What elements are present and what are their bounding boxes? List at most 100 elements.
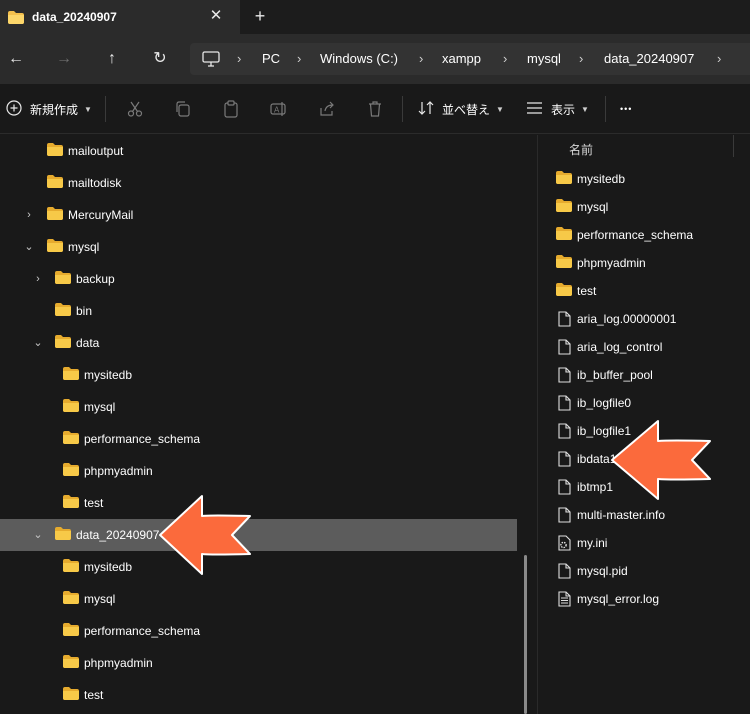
nav-tree-item-label: bin xyxy=(76,304,93,318)
address-bar[interactable]: › PC › Windows (C:) › xampp › mysql › da… xyxy=(190,43,750,75)
sort-icon xyxy=(418,100,434,119)
breadcrumb-separator[interactable]: › xyxy=(579,51,583,66)
cut-icon[interactable] xyxy=(126,100,144,118)
breadcrumb-xampp[interactable]: xampp xyxy=(442,51,481,66)
file-icon xyxy=(558,339,571,358)
toolbar-divider xyxy=(605,96,606,122)
new-tab-button[interactable]: + xyxy=(251,6,269,26)
breadcrumb-windows-c[interactable]: Windows (C:) xyxy=(320,51,398,66)
chevron-right-icon[interactable]: › xyxy=(31,271,45,287)
nav-tree-item-label: test xyxy=(84,496,104,510)
breadcrumb-separator[interactable]: › xyxy=(237,51,241,66)
nav-tree-item[interactable]: › MercuryMail xyxy=(0,199,517,231)
nav-tree-item[interactable]: mysql xyxy=(0,391,517,423)
tab-title: data_20240907 xyxy=(32,10,117,24)
chevron-down-icon[interactable]: ⌄ xyxy=(31,527,45,543)
view-list-icon xyxy=(526,101,543,118)
rename-icon[interactable]: A xyxy=(270,100,288,118)
file-list-item[interactable]: aria_log.00000001 xyxy=(538,305,750,333)
file-icon xyxy=(558,367,571,386)
file-name: ib_buffer_pool xyxy=(577,368,653,382)
breadcrumb-mysql[interactable]: mysql xyxy=(527,51,561,66)
file-name: my.ini xyxy=(577,536,608,550)
column-divider[interactable] xyxy=(733,135,734,157)
nav-tree-item-label: phpmyadmin xyxy=(84,656,153,670)
nav-tree-item[interactable]: mysitedb xyxy=(0,359,517,391)
back-arrow-icon[interactable]: ← xyxy=(4,48,28,70)
file-name: test xyxy=(577,284,597,298)
folder-icon xyxy=(556,255,572,271)
file-icon xyxy=(558,311,571,330)
new-button[interactable]: 新規作成 ▼ xyxy=(6,98,92,120)
nav-tree-item[interactable]: mailtodisk xyxy=(0,167,517,199)
navigation-bar: ← → ↑ ↻ › PC › Windows (C:) › xampp › my… xyxy=(0,34,750,84)
chevron-down-icon[interactable]: ⌄ xyxy=(31,335,45,351)
chevron-down-icon[interactable]: ⌄ xyxy=(22,239,36,255)
breadcrumb-separator[interactable]: › xyxy=(503,51,507,66)
file-name: mysql.pid xyxy=(577,564,628,578)
svg-text:A: A xyxy=(274,106,280,115)
folder-icon xyxy=(63,495,79,511)
file-list-item[interactable]: performance_schema xyxy=(538,221,750,249)
folder-icon xyxy=(63,687,79,703)
nav-tree-item-label: MercuryMail xyxy=(68,208,134,222)
delete-icon[interactable] xyxy=(366,100,384,118)
nav-tree-item[interactable]: performance_schema xyxy=(0,423,517,455)
folder-icon xyxy=(556,199,572,215)
file-list-item[interactable]: aria_log_control xyxy=(538,333,750,361)
file-list-item[interactable]: phpmyadmin xyxy=(538,249,750,277)
folder-icon xyxy=(63,559,79,575)
sort-button[interactable]: 並べ替え ▼ xyxy=(418,98,504,120)
view-button[interactable]: 表示 ▼ xyxy=(526,98,589,120)
nav-tree-item[interactable]: phpmyadmin xyxy=(0,455,517,487)
file-icon xyxy=(558,507,571,526)
breadcrumb-data-20240907[interactable]: data_20240907 xyxy=(604,51,694,66)
share-icon[interactable] xyxy=(318,100,336,118)
settings-file-icon xyxy=(558,535,571,554)
nav-tree-item[interactable]: bin xyxy=(0,295,517,327)
nav-tree-item[interactable]: phpmyadmin xyxy=(0,647,517,679)
file-list-item[interactable]: mysql_error.log xyxy=(538,585,750,613)
file-list-item[interactable]: mysitedb xyxy=(538,165,750,193)
folder-icon xyxy=(55,303,71,319)
file-list-item[interactable]: test xyxy=(538,277,750,305)
chevron-down-icon: ▼ xyxy=(496,104,504,114)
breadcrumb-separator[interactable]: › xyxy=(717,51,721,66)
up-arrow-icon[interactable]: ↑ xyxy=(100,48,124,70)
file-list-item[interactable]: multi-master.info xyxy=(538,501,750,529)
breadcrumb-pc[interactable]: PC xyxy=(262,51,280,66)
file-name: mysql xyxy=(577,200,609,214)
nav-tree-item-label: data xyxy=(76,336,100,350)
tab-active[interactable]: data_20240907 ✕ xyxy=(0,0,240,34)
close-tab-icon[interactable]: ✕ xyxy=(208,7,224,25)
folder-icon xyxy=(63,655,79,671)
nav-tree-item[interactable]: mailoutput xyxy=(0,135,517,167)
nav-tree-item[interactable]: ⌄ mysql xyxy=(0,231,517,263)
folder-icon xyxy=(8,11,24,27)
more-options-icon[interactable]: ••• xyxy=(620,98,632,120)
toolbar-divider xyxy=(105,96,106,122)
file-list-item[interactable]: mysql.pid xyxy=(538,557,750,585)
nav-tree-item[interactable]: performance_schema xyxy=(0,615,517,647)
file-icon xyxy=(558,451,571,470)
folder-icon xyxy=(55,527,71,543)
file-list-item[interactable]: ib_logfile0 xyxy=(538,389,750,417)
copy-icon[interactable] xyxy=(174,100,192,118)
column-header-name[interactable]: 名前 xyxy=(569,141,593,158)
breadcrumb-separator[interactable]: › xyxy=(419,51,423,66)
nav-tree-item[interactable]: test xyxy=(0,679,517,711)
refresh-icon[interactable]: ↻ xyxy=(148,48,172,70)
breadcrumb-separator[interactable]: › xyxy=(297,51,301,66)
chevron-right-icon[interactable]: › xyxy=(22,207,36,223)
file-list-item[interactable]: mysql xyxy=(538,193,750,221)
file-list-item[interactable]: ib_buffer_pool xyxy=(538,361,750,389)
computer-icon[interactable] xyxy=(202,51,220,70)
navigation-pane: mailoutput mailtodisk › MercuryMail ⌄ mysql › b… xyxy=(0,135,537,714)
file-list-item[interactable]: my.ini xyxy=(538,529,750,557)
nav-tree-item[interactable]: mysql xyxy=(0,583,517,615)
navigation-scrollbar[interactable] xyxy=(524,555,527,714)
paste-icon[interactable] xyxy=(222,100,240,118)
nav-tree-item[interactable]: ⌄ data xyxy=(0,327,517,359)
forward-arrow-icon[interactable]: → xyxy=(52,48,76,70)
nav-tree-item[interactable]: › backup xyxy=(0,263,517,295)
